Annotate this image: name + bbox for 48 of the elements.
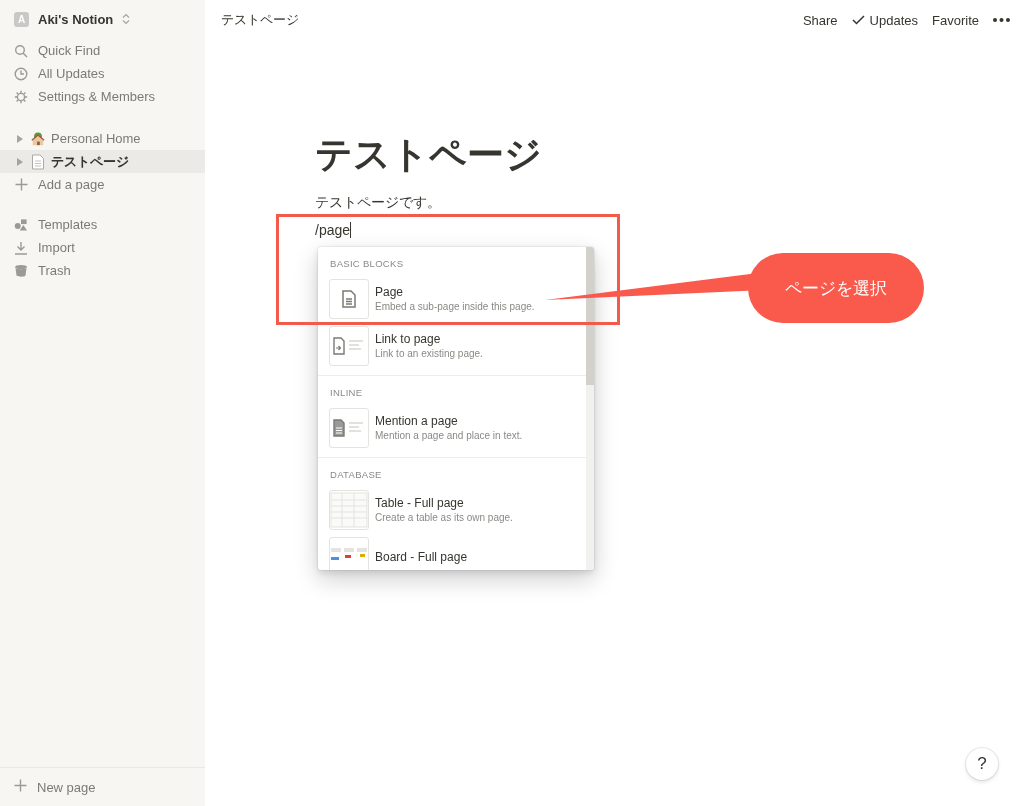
toolbar-button[interactable]: Updates [851, 12, 919, 28]
add-page-button[interactable]: Add a page [0, 173, 205, 196]
block-menu-item[interactable]: Board - Full page [318, 533, 586, 570]
search-icon [14, 43, 28, 58]
document-icon [340, 288, 358, 309]
clock-icon [14, 66, 28, 81]
page-tree-item[interactable]: テストページ [0, 150, 205, 173]
block-menu-item[interactable]: Link to page Link to an existing page. [318, 322, 586, 369]
shapes-icon [14, 217, 28, 232]
sidebar-item[interactable]: Trash [0, 259, 205, 282]
toolbar-button[interactable]: Favorite [932, 12, 979, 28]
help-button[interactable]: ? [966, 748, 998, 780]
check-icon [851, 15, 865, 25]
breadcrumb[interactable]: テストページ [221, 11, 789, 29]
expand-triangle-icon[interactable] [17, 134, 23, 143]
trash-icon [14, 263, 28, 278]
paragraph-text[interactable]: テストページです。 [315, 190, 1024, 214]
page-title[interactable]: テストページ [315, 132, 1024, 178]
text-cursor [350, 222, 352, 238]
page-tree-item[interactable]: Personal Home [0, 127, 205, 150]
table-icon [330, 491, 368, 528]
chevron-up-down-icon[interactable] [122, 13, 131, 25]
plus-icon [14, 178, 28, 191]
sidebar-item[interactable]: Settings & Members [0, 85, 205, 108]
more-icon[interactable] [993, 18, 1010, 22]
section-heading: INLINE [329, 386, 364, 400]
section-heading: BASIC BLOCKS [329, 257, 405, 271]
callout-bubble: ページを選択 [748, 253, 924, 323]
linked-page-icon [332, 334, 366, 357]
page-mention-icon [332, 416, 366, 439]
sidebar-item[interactable]: Templates [0, 213, 205, 236]
document-icon [31, 153, 45, 170]
settings-icon [14, 89, 28, 104]
block-menu-item[interactable]: Mention a page Mention a page and place in text. [318, 404, 586, 451]
sidebar-item[interactable]: All Updates [0, 62, 205, 85]
section-heading: DATABASE [329, 468, 383, 482]
workspace-name[interactable]: Aki's Notion [38, 11, 114, 27]
house-icon [31, 130, 45, 147]
expand-triangle-icon[interactable] [17, 157, 23, 166]
slash-command-text[interactable]: /page [315, 214, 351, 246]
workspace-avatar: A [14, 11, 29, 27]
block-menu-item[interactable]: Table - Full page Create a table as its own page. [318, 486, 586, 533]
toolbar-button[interactable]: Share [802, 12, 838, 28]
sidebar-item[interactable]: Import [0, 236, 205, 259]
sidebar-item[interactable]: Quick Find [0, 39, 205, 62]
download-icon [14, 240, 28, 255]
plus-icon [14, 779, 27, 792]
scrollbar[interactable] [586, 247, 594, 570]
